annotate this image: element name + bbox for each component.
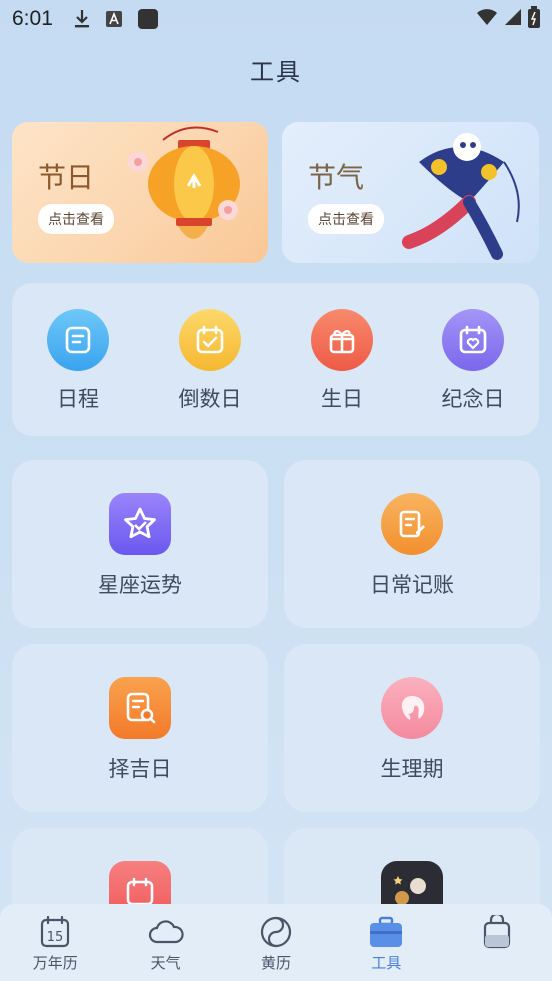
search-document-icon [109,677,171,739]
toolbox-icon [331,914,441,950]
quick-tool-birthday[interactable]: 生日 [287,309,397,413]
festival-banner[interactable]: 节日 点击查看 [12,122,268,263]
wifi-icon [476,7,498,31]
lantern-icon [118,122,258,263]
quick-tool-countdown[interactable]: 倒数日 [155,309,265,413]
calendar-15-icon: 15 [0,914,110,950]
status-time: 6:01 [12,7,53,30]
tab-label: 万年历 [32,954,78,972]
tool-card-horoscope[interactable]: 星座运势 [12,460,268,628]
tool-card-bookkeeping[interactable]: 日常记账 [284,460,540,628]
tool-label: 日常记账 [370,573,454,597]
festival-banner-title: 节日 [38,161,95,194]
tool-card-period[interactable]: 生理期 [284,644,540,812]
tab-tools[interactable]: 工具 [331,904,441,981]
star-icon [109,493,171,555]
kite-icon [399,122,529,263]
tab-almanac[interactable]: 黄历 [221,904,331,981]
calendar-check-icon [179,309,241,371]
profile-icon [442,914,552,950]
quick-tool-label: 日程 [57,387,99,411]
document-icon [47,309,109,371]
tab-label: 工具 [371,954,402,972]
app-square-icon [137,8,159,30]
tool-label: 生理期 [380,757,444,781]
tab-calendar[interactable]: 15 万年历 [0,904,110,981]
download-icon [73,9,91,29]
solar-term-banner-title: 节气 [308,161,365,194]
tool-label: 星座运势 [98,573,182,597]
tab-label: 黄历 [261,954,292,972]
quick-tools-panel: 日程 倒数日 生日 纪念日 [12,283,539,436]
quick-tool-schedule[interactable]: 日程 [23,309,133,413]
notepad-pen-icon [381,493,443,555]
bottom-tab-bar: 15 万年历 天气 黄历 工具 [0,904,552,981]
quick-tool-anniversary[interactable]: 纪念日 [418,309,528,413]
tool-label: 择吉日 [108,757,172,781]
quick-tool-label: 纪念日 [441,387,505,411]
page-title: 工具 [250,58,302,86]
font-app-icon [105,10,123,28]
yin-yang-icon [221,914,331,950]
tool-card-lucky-day[interactable]: 择吉日 [12,644,268,812]
female-head-icon [381,677,443,739]
tab-profile[interactable] [442,904,552,981]
solar-term-view-button[interactable]: 点击查看 [308,204,384,234]
tab-weather[interactable]: 天气 [110,904,220,981]
calendar-heart-icon [442,309,504,371]
gift-icon [311,309,373,371]
solar-term-banner[interactable]: 节气 点击查看 [282,122,539,263]
calendar-day-number: 15 [47,930,64,945]
cloud-icon [110,914,220,950]
tab-label: 天气 [150,954,181,972]
status-bar: 6:01 [0,0,552,38]
signal-icon [504,7,522,31]
quick-tool-label: 倒数日 [178,387,242,411]
quick-tool-label: 生日 [321,387,363,411]
festival-view-button[interactable]: 点击查看 [38,204,114,234]
battery-icon [528,5,540,33]
